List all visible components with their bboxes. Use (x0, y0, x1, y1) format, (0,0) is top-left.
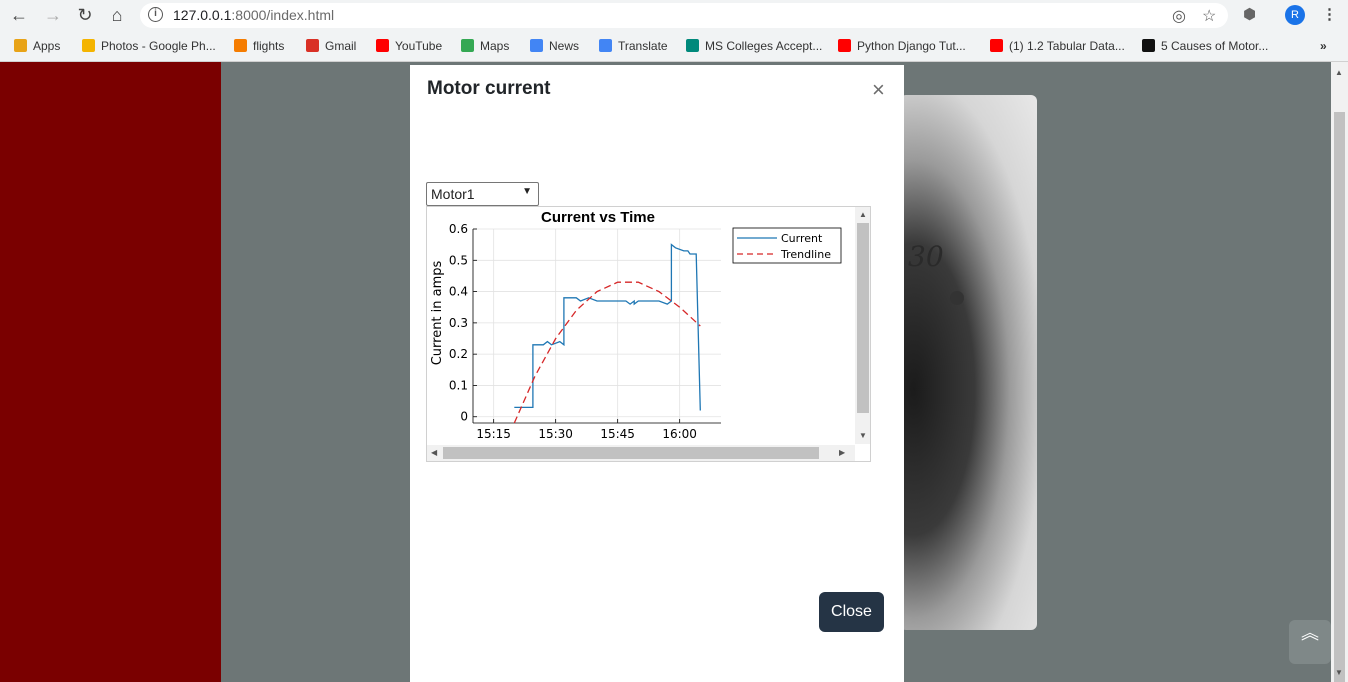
scroll-up-arrow-icon[interactable]: ▲ (859, 210, 867, 219)
youtube-icon (990, 39, 1003, 52)
modal-title: Motor current (427, 78, 551, 99)
browser-toolbar: ← → ↻ ⌂ i 127.0.0.1:8000/index.html ◎ ☆ … (0, 0, 1348, 31)
news-icon (530, 39, 543, 52)
chevron-down-icon: ▼ (522, 186, 532, 197)
youtube-icon (838, 39, 851, 52)
url-path: :8000/index.html (231, 7, 335, 23)
location-icon[interactable]: ◎ (1172, 6, 1186, 26)
photo-bolt (950, 291, 964, 305)
double-chevron-up-icon: ︽ (1301, 623, 1319, 643)
chart-grid (472, 228, 721, 424)
legend-label-current: Current (781, 232, 823, 245)
chart-ticks: 0 0.1 0.2 0.3 0.4 0.5 0.6 15:15 15:30 15:45 16:00 (449, 222, 697, 441)
scroll-right-arrow-icon[interactable]: ▶ (839, 448, 845, 457)
motor-photo: 30 (900, 95, 1037, 630)
scroll-up-arrow-icon[interactable]: ▲ (1335, 68, 1343, 77)
apps-grid-icon (14, 39, 27, 52)
series-line-trendline (513, 281, 701, 424)
bookmark-star-icon[interactable]: ☆ (1202, 6, 1216, 26)
bookmark-ms-colleges[interactable]: MS Colleges Accept... (686, 39, 822, 53)
chart-vertical-scrollbar[interactable]: ▲ ▼ (855, 207, 870, 444)
translate-icon (599, 39, 612, 52)
bookmark-label: Translate (618, 39, 668, 53)
y-tick-label: 0.3 (449, 316, 468, 330)
menu-kebab-icon[interactable]: ⋮ (1322, 5, 1337, 23)
address-bar[interactable]: i 127.0.0.1:8000/index.html ◎ ☆ (140, 3, 1228, 28)
bookmark-maps[interactable]: Maps (461, 39, 509, 53)
current-vs-time-chart: Current vs Time Current in amps 00.10.20… (430, 209, 842, 441)
maps-icon (461, 39, 474, 52)
bookmark-label: Python Django Tut... (857, 39, 966, 53)
photos-icon (82, 39, 95, 52)
more-bookmarks-button[interactable]: » (1320, 39, 1327, 53)
bookmark-label: Apps (33, 39, 61, 53)
x-tick-label: 16:00 (662, 427, 697, 441)
chart-horizontal-scrollbar[interactable]: ◀ ▶ (427, 445, 855, 461)
bookmark-label: flights (253, 39, 285, 53)
y-tick-label: 0.4 (449, 285, 468, 299)
x-tick-label: 15:15 (476, 427, 511, 441)
motor-select-value: Motor1 (431, 186, 475, 202)
gmail-icon (306, 39, 319, 52)
chart-hscroll-thumb[interactable] (443, 447, 819, 459)
bookmark-gmail[interactable]: Gmail (306, 39, 356, 53)
bookmark-label: News (549, 39, 580, 53)
bookmark-label: Gmail (325, 39, 357, 53)
bookmark-python-django[interactable]: Python Django Tut... (838, 39, 966, 53)
y-tick-label: 0.5 (449, 253, 468, 267)
chart-ylabel: Current in amps (430, 260, 445, 365)
chart-series (513, 243, 701, 424)
reload-icon[interactable]: ↻ (74, 4, 96, 26)
bookmark-translate[interactable]: Translate (599, 39, 668, 53)
x-tick-label: 15:45 (600, 427, 635, 441)
bookmark-label: YouTube (395, 39, 443, 53)
scroll-to-top-button[interactable]: ︽ (1289, 620, 1331, 664)
site-info-icon[interactable]: i (148, 7, 163, 22)
extension-icon[interactable]: ⬢ (1243, 5, 1256, 23)
page-scroll-thumb[interactable] (1334, 112, 1345, 682)
bookmark-flights[interactable]: flights (234, 39, 284, 53)
legend-label-trendline: Trendline (780, 248, 831, 261)
motor-current-modal: Motor current × Motor1 ▼ Current vs Time… (410, 65, 904, 682)
y-tick-label: 0.2 (449, 347, 468, 361)
y-tick-label: 0.1 (449, 378, 468, 392)
scroll-down-arrow-icon[interactable]: ▼ (1335, 668, 1343, 677)
x-tick-label: 15:30 (538, 427, 573, 441)
bookmark-label: MS Colleges Accept... (705, 39, 823, 53)
bookmark-label: 5 Causes of Motor... (1161, 39, 1269, 53)
bookmark-label: Photos - Google Ph... (101, 39, 216, 53)
y-tick-label: 0 (460, 410, 468, 424)
flights-icon (234, 39, 247, 52)
bookmark-label: Maps (480, 39, 510, 53)
y-tick-label: 0.6 (449, 222, 468, 236)
close-button[interactable]: Close (819, 592, 884, 632)
url-host: 127.0.0.1 (173, 7, 232, 23)
left-panel (0, 62, 221, 682)
scroll-left-arrow-icon[interactable]: ◀ (431, 448, 437, 457)
url-text[interactable]: 127.0.0.1:8000/index.html (173, 7, 334, 23)
bookmarks-bar: Apps Photos - Google Ph... flights Gmail… (0, 31, 1348, 62)
chart-vscroll-thumb[interactable] (857, 223, 869, 413)
chart-frame: Current vs Time Current in amps 0 0.1 0.2 0… (426, 206, 871, 462)
profile-avatar[interactable]: R (1285, 5, 1305, 25)
bookmark-tabular-data[interactable]: (1) 1.2 Tabular Data... (990, 39, 1125, 53)
close-icon[interactable]: × (872, 77, 885, 103)
motor-select[interactable]: Motor1 ▼ (426, 182, 539, 206)
bookmark-photos[interactable]: Photos - Google Ph... (82, 39, 216, 53)
forward-arrow-icon[interactable]: → (42, 4, 64, 26)
bookmark-label: (1) 1.2 Tabular Data... (1009, 39, 1125, 53)
chart-title: Current vs Time (541, 209, 655, 226)
amazon-icon (1142, 39, 1155, 52)
bookmark-apps[interactable]: Apps (14, 39, 60, 53)
ms-colleges-icon (686, 39, 699, 52)
bookmark-causes-of-motor[interactable]: 5 Causes of Motor... (1142, 39, 1268, 53)
back-arrow-icon[interactable]: ← (8, 4, 30, 26)
home-icon[interactable]: ⌂ (106, 4, 128, 26)
bookmark-news[interactable]: News (530, 39, 579, 53)
scroll-down-arrow-icon[interactable]: ▼ (859, 431, 867, 440)
youtube-icon (376, 39, 389, 52)
bookmark-youtube[interactable]: YouTube (376, 39, 442, 53)
page-scrollbar[interactable]: ▲ ▼ (1331, 62, 1348, 682)
photo-gauge-number: 30 (908, 240, 944, 273)
